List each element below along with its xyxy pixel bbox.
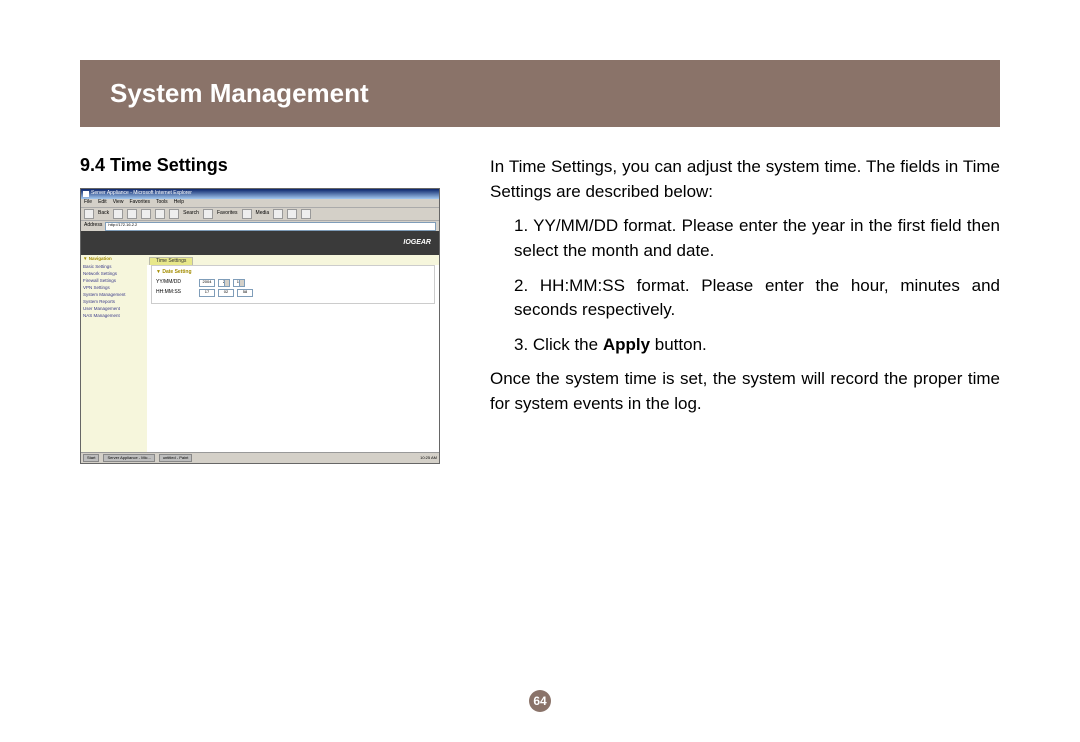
refresh-button[interactable] bbox=[141, 209, 151, 219]
second-input[interactable]: 58 bbox=[237, 289, 253, 297]
browser-viewport: IOGEAR ▼ Navigation Basic Settings Netwo… bbox=[81, 231, 439, 453]
nav-item-system-reports[interactable]: System Reports bbox=[83, 299, 145, 306]
menu-edit[interactable]: Edit bbox=[98, 200, 107, 206]
menu-favorites[interactable]: Favorites bbox=[129, 200, 150, 206]
item3-bold: Apply bbox=[603, 335, 650, 354]
body-text: In Time Settings, you can adjust the sys… bbox=[490, 155, 1000, 464]
hour-input[interactable]: 17 bbox=[199, 289, 215, 297]
brand-logo-text: IOGEAR bbox=[403, 239, 431, 247]
tab-time-settings[interactable]: Time Settings bbox=[149, 257, 193, 266]
date-label: YY/MM/DD bbox=[156, 280, 196, 286]
address-input[interactable]: http://172.16.2.2 bbox=[105, 222, 436, 231]
taskbar-app1[interactable]: Server Appliance - Mic... bbox=[103, 454, 154, 462]
media-label: Media bbox=[256, 211, 270, 217]
minute-input[interactable]: 02 bbox=[218, 289, 234, 297]
favorites-button[interactable] bbox=[203, 209, 213, 219]
nav-sidebar: ▼ Navigation Basic Settings Network Sett… bbox=[81, 255, 147, 453]
item3-post: button. bbox=[650, 335, 707, 354]
browser-toolbar: Back Search Favorites Media bbox=[81, 208, 439, 221]
browser-menu[interactable]: File Edit View Favorites Tools Help bbox=[81, 199, 439, 208]
year-input[interactable]: 2004 bbox=[199, 279, 215, 287]
list-item-2: 2. HH:MM:SS format. Please enter the hou… bbox=[490, 274, 1000, 323]
menu-file[interactable]: File bbox=[84, 200, 92, 206]
day-select[interactable]: 19 bbox=[233, 279, 245, 287]
nav-item-system-management[interactable]: System Management bbox=[83, 292, 145, 299]
list-item-1: 1. YY/MM/DD format. Please enter the yea… bbox=[490, 214, 1000, 263]
menu-view[interactable]: View bbox=[113, 200, 124, 206]
nav-item-user-management[interactable]: User Management bbox=[83, 306, 145, 313]
page-number-badge: 64 bbox=[529, 690, 551, 712]
intro-paragraph: In Time Settings, you can adjust the sys… bbox=[490, 155, 1000, 204]
address-label: Address bbox=[84, 223, 102, 229]
search-label: Search bbox=[183, 211, 199, 217]
date-setting-panel: ▼ Date Setting YY/MM/DD 2004 2 19 HH:MM:… bbox=[151, 265, 435, 304]
month-select[interactable]: 2 bbox=[218, 279, 230, 287]
time-row: HH:MM:SS 17 02 58 bbox=[156, 289, 430, 297]
print-button[interactable] bbox=[301, 209, 311, 219]
mail-button[interactable] bbox=[287, 209, 297, 219]
menu-tools[interactable]: Tools bbox=[156, 200, 168, 206]
outro-paragraph: Once the system time is set, the system … bbox=[490, 367, 1000, 416]
back-label: Back bbox=[98, 211, 109, 217]
screenshot-browser-window: Server Appliance - Microsoft Internet Ex… bbox=[80, 188, 440, 464]
time-label: HH:MM:SS bbox=[156, 290, 196, 296]
nav-heading: ▼ Navigation bbox=[83, 257, 145, 262]
item3-pre: 3. Click the bbox=[514, 335, 603, 354]
window-title: Server Appliance - Microsoft Internet Ex… bbox=[91, 191, 192, 197]
taskbar-app2[interactable]: untitled - Paint bbox=[159, 454, 193, 462]
start-button[interactable]: Start bbox=[83, 454, 99, 462]
brand-banner: IOGEAR bbox=[81, 231, 439, 255]
chapter-header: System Management bbox=[80, 60, 1000, 127]
nav-item-firewall[interactable]: Firewall Settings bbox=[83, 278, 145, 285]
section-heading: 9.4 Time Settings bbox=[80, 155, 470, 176]
favorites-label: Favorites bbox=[217, 211, 238, 217]
search-button[interactable] bbox=[169, 209, 179, 219]
home-button[interactable] bbox=[155, 209, 165, 219]
date-row: YY/MM/DD 2004 2 19 bbox=[156, 279, 430, 287]
media-button[interactable] bbox=[242, 209, 252, 219]
forward-button[interactable] bbox=[113, 209, 123, 219]
nav-item-basic[interactable]: Basic Settings bbox=[83, 264, 145, 271]
back-button[interactable] bbox=[84, 209, 94, 219]
taskbar: Start Server Appliance - Mic... untitled… bbox=[81, 452, 439, 463]
nav-item-vpn[interactable]: VPN Settings bbox=[83, 285, 145, 292]
nav-item-network[interactable]: Network Settings bbox=[83, 271, 145, 278]
menu-help[interactable]: Help bbox=[174, 200, 184, 206]
nav-item-nas-management[interactable]: NAS Management bbox=[83, 313, 145, 320]
list-item-3: 3. Click the Apply button. bbox=[490, 333, 1000, 358]
taskbar-clock: 10:25 AM bbox=[420, 456, 437, 460]
main-panel-area: Time Settings ▼ Date Setting YY/MM/DD 20… bbox=[147, 255, 439, 453]
app-icon bbox=[83, 191, 89, 197]
stop-button[interactable] bbox=[127, 209, 137, 219]
history-button[interactable] bbox=[273, 209, 283, 219]
panel-title: ▼ Date Setting bbox=[156, 270, 430, 276]
window-titlebar: Server Appliance - Microsoft Internet Ex… bbox=[81, 189, 439, 199]
